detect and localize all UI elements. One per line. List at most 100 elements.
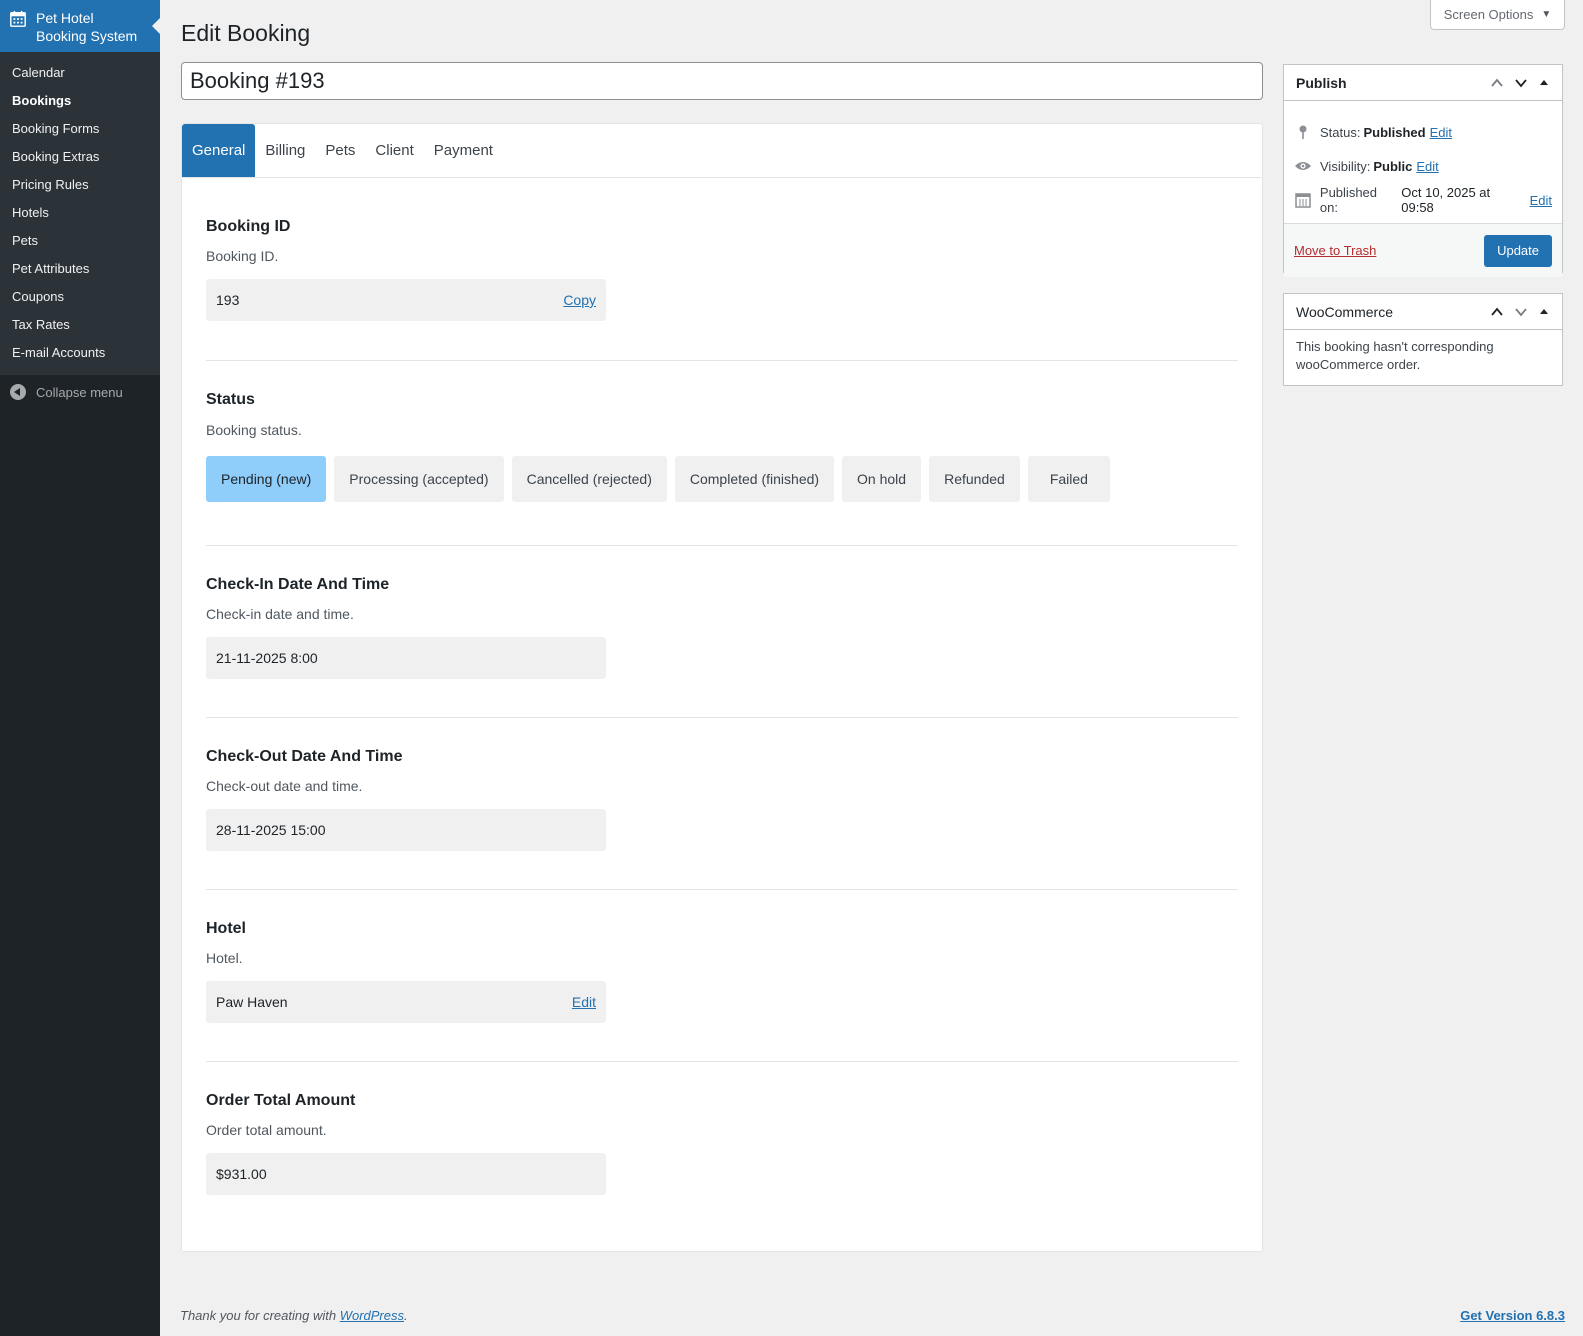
status-failed-button[interactable]: Failed xyxy=(1027,456,1110,502)
plugin-submenu: Calendar Bookings Booking Forms Booking … xyxy=(0,52,160,375)
hotel-field: Hotel Hotel. Paw Haven Edit xyxy=(206,890,1238,1062)
published-value: Oct 10, 2025 at 09:58 xyxy=(1401,185,1491,215)
status-desc: Booking status. xyxy=(206,422,302,438)
sidebar-item-email-accounts[interactable]: E-mail Accounts xyxy=(0,339,160,367)
woocommerce-box-title: WooCommerce xyxy=(1296,303,1393,320)
woocommerce-message: This booking hasn't corresponding wooCom… xyxy=(1296,339,1494,372)
sidebar-item-bookings[interactable]: Bookings xyxy=(0,87,160,115)
tab-general[interactable]: General xyxy=(182,124,256,177)
tab-billing[interactable]: Billing xyxy=(255,124,315,177)
hotel-edit-link[interactable]: Edit xyxy=(572,994,596,1010)
caret-down-icon: ▼ xyxy=(1541,9,1552,20)
booking-details-panel: General Billing Pets Client Payment Book… xyxy=(181,123,1263,1252)
footer-thanks: Thank you for creating with WordPress. xyxy=(180,1308,408,1323)
status-on-hold-button[interactable]: On hold xyxy=(842,456,922,502)
check-in-desc: Check-in date and time. xyxy=(206,606,354,622)
collapse-menu-label: Collapse menu xyxy=(36,384,123,400)
hotel-desc: Hotel. xyxy=(206,950,243,966)
check-in-field: Check-In Date And Time Check-in date and… xyxy=(206,546,1238,718)
get-version-link[interactable]: Get Version 6.8.3 xyxy=(1460,1308,1565,1323)
toggle-panel-icon[interactable] xyxy=(1538,77,1550,89)
admin-sidebar: Pet Hotel Booking System Calendar Bookin… xyxy=(0,0,160,1336)
check-out-value: 28-11-2025 15:00 xyxy=(216,822,326,838)
footer-thanks-suffix: . xyxy=(404,1308,408,1323)
publish-box-title: Publish xyxy=(1296,74,1347,91)
tab-payment[interactable]: Payment xyxy=(424,124,503,177)
status-completed-button[interactable]: Completed (finished) xyxy=(674,456,835,502)
hotel-value-box: Paw Haven Edit xyxy=(206,981,606,1023)
check-in-input[interactable]: 21-11-2025 8:00 xyxy=(206,637,606,679)
pin-icon xyxy=(1294,123,1312,141)
booking-id-value: 193 xyxy=(216,292,240,308)
sidebar-item-coupons[interactable]: Coupons xyxy=(0,283,160,311)
calendar-icon xyxy=(1294,191,1312,209)
sidebar-item-hotels[interactable]: Hotels xyxy=(0,199,160,227)
order-total-value: $931.00 xyxy=(216,1166,267,1182)
edit-visibility-link[interactable]: Edit xyxy=(1416,159,1438,174)
status-refunded-button[interactable]: Refunded xyxy=(929,456,1020,502)
tab-client[interactable]: Client xyxy=(365,124,423,177)
booking-id-value-box: 193 Copy xyxy=(206,279,606,321)
hotel-value: Paw Haven xyxy=(216,994,288,1010)
check-out-desc: Check-out date and time. xyxy=(206,778,363,794)
sidebar-item-tax-rates[interactable]: Tax Rates xyxy=(0,311,160,339)
status-label: Status: xyxy=(1320,124,1361,140)
hotel-title: Hotel xyxy=(206,920,246,937)
copy-link[interactable]: Copy xyxy=(563,292,596,308)
update-button[interactable]: Update xyxy=(1484,234,1552,267)
move-up-icon[interactable] xyxy=(1490,76,1504,90)
post-title-input[interactable] xyxy=(181,62,1263,100)
status-field: Status Booking status. Pending (new) Pro… xyxy=(206,361,1238,546)
status-cancelled-button[interactable]: Cancelled (rejected) xyxy=(511,456,667,502)
woocommerce-box-header: WooCommerce xyxy=(1284,294,1562,330)
woocommerce-box: WooCommerce This booking hasn't correspo… xyxy=(1283,293,1563,386)
plugin-menu-header[interactable]: Pet Hotel Booking System xyxy=(0,0,160,52)
sidebar-item-calendar[interactable]: Calendar xyxy=(0,59,160,87)
publish-date-row: Published on: Oct 10, 2025 at 09:58 Edit xyxy=(1284,183,1562,217)
status-value: Published xyxy=(1363,124,1426,140)
sidebar-item-pet-attributes[interactable]: Pet Attributes xyxy=(0,255,160,283)
move-down-icon[interactable] xyxy=(1514,305,1528,319)
status-processing-button[interactable]: Processing (accepted) xyxy=(334,456,504,502)
status-pending-button[interactable]: Pending (new) xyxy=(206,456,327,502)
check-in-value: 21-11-2025 8:00 xyxy=(216,650,318,666)
booking-id-desc: Booking ID. xyxy=(206,248,279,264)
move-to-trash-link[interactable]: Move to Trash xyxy=(1294,243,1376,258)
sidebar-item-pricing-rules[interactable]: Pricing Rules xyxy=(0,171,160,199)
publish-status-row: Status: Published Edit xyxy=(1284,115,1562,149)
order-total-input[interactable]: $931.00 xyxy=(206,1153,606,1195)
edit-status-link[interactable]: Edit xyxy=(1430,125,1452,140)
toggle-panel-icon[interactable] xyxy=(1538,306,1550,318)
plugin-menu-title: Pet Hotel Booking System xyxy=(36,10,138,44)
check-out-title: Check-Out Date And Time xyxy=(206,748,403,765)
check-out-input[interactable]: 28-11-2025 15:00 xyxy=(206,809,606,851)
status-options: Pending (new) Processing (accepted) Canc… xyxy=(206,456,1238,502)
publish-box-header: Publish xyxy=(1284,65,1562,101)
sidebar-item-booking-forms[interactable]: Booking Forms xyxy=(0,115,160,143)
visibility-label: Visibility: xyxy=(1320,158,1371,174)
publish-visibility-row: Visibility: Public Edit xyxy=(1284,149,1562,183)
published-label: Published on: xyxy=(1319,185,1378,215)
booking-tabs: General Billing Pets Client Payment xyxy=(182,124,1262,178)
sidebar-item-booking-extras[interactable]: Booking Extras xyxy=(0,143,160,171)
check-in-title: Check-In Date And Time xyxy=(206,576,390,593)
move-down-icon[interactable] xyxy=(1514,76,1528,90)
tab-pets[interactable]: Pets xyxy=(315,124,365,177)
wordpress-link[interactable]: WordPress xyxy=(340,1308,404,1323)
order-total-field: Order Total Amount Order total amount. $… xyxy=(206,1062,1238,1232)
booking-id-title: Booking ID xyxy=(206,218,291,235)
check-out-field: Check-Out Date And Time Check-out date a… xyxy=(206,718,1238,890)
order-total-desc: Order total amount. xyxy=(206,1122,327,1138)
publish-box: Publish Status: Published Edit Visibilit… xyxy=(1283,64,1563,277)
move-up-icon[interactable] xyxy=(1490,305,1504,319)
page-title: Edit Booking xyxy=(181,20,311,46)
publish-actions: Move to Trash Update xyxy=(1284,223,1562,277)
edit-date-link[interactable]: Edit xyxy=(1530,193,1552,208)
current-menu-arrow xyxy=(152,18,160,34)
calendar-icon xyxy=(10,10,26,27)
sidebar-item-pets[interactable]: Pets xyxy=(0,227,160,255)
visibility-value: Public xyxy=(1373,158,1413,174)
status-title: Status xyxy=(206,391,255,408)
collapse-menu-button[interactable]: Collapse menu xyxy=(0,375,160,409)
screen-options-button[interactable]: Screen Options ▼ xyxy=(1430,0,1565,30)
